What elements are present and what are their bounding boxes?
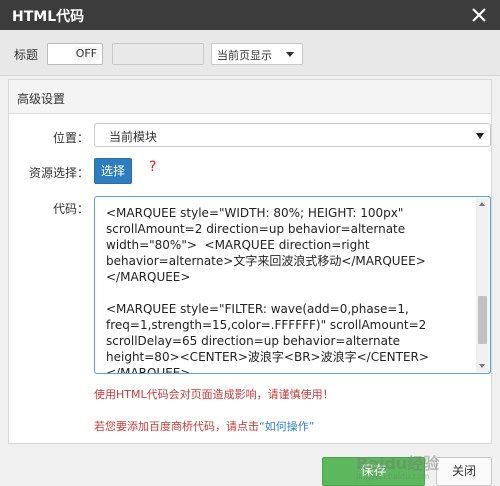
baidu-watermark: Baidu经验 jingyan.baidu.com (356, 450, 439, 481)
title-toggle[interactable]: OFF (47, 43, 103, 65)
tip-prefix: 若您要添加百度商桥代码，请点击 (94, 420, 259, 433)
scroll-down-icon[interactable] (479, 364, 485, 368)
code-textarea[interactable]: <MARQUEE style="WIDTH: 80%; HEIGHT: 100p… (94, 196, 491, 374)
display-select-value: 当前页显示 (217, 49, 272, 62)
position-label: 位置： (52, 131, 89, 145)
resource-label: 资源选择： (28, 166, 89, 180)
code-scrollbar[interactable] (476, 198, 489, 372)
how-to-link[interactable]: “如何操作” (259, 420, 314, 433)
title-label: 标题 (14, 48, 39, 62)
display-select[interactable]: 当前页显示 (211, 43, 303, 65)
advanced-settings-panel: 高级设置 位置： 当前模块 资源选择： 选择 ? 代码： <MARQUEE st… (8, 79, 492, 444)
select-resource-button[interactable]: 选择 (94, 158, 132, 184)
scroll-thumb[interactable] (478, 296, 487, 344)
advanced-settings-title: 高级设置 (17, 92, 66, 106)
window-title: HTML代码 (12, 9, 85, 25)
tip-text: 若您要添加百度商桥代码，请点击“如何操作” (94, 418, 314, 434)
toggle-state: OFF (73, 47, 99, 60)
close-button[interactable]: 关闭 (436, 457, 492, 486)
position-select-value: 当前模块 (109, 130, 158, 144)
chevron-down-icon (476, 133, 484, 139)
code-text: <MARQUEE style="WIDTH: 80%; HEIGHT: 100p… (106, 206, 429, 374)
position-select[interactable]: 当前模块 (94, 123, 491, 147)
watermark-brand: Baidu经验 (356, 454, 440, 473)
advanced-settings-header[interactable]: 高级设置 (9, 80, 491, 114)
code-label: 代码： (52, 202, 89, 216)
help-icon[interactable]: ? (149, 159, 156, 175)
title-settings-row: 标题 OFF 当前页显示 (0, 30, 500, 76)
scroll-up-icon[interactable] (479, 202, 485, 206)
title-input[interactable] (112, 43, 204, 65)
close-icon[interactable] (468, 4, 490, 26)
watermark-url: jingyan.baidu.com (356, 472, 430, 481)
warning-text: 使用HTML代码会对页面造成影响，请谨慎使用！ (94, 388, 334, 401)
chevron-down-icon (286, 52, 294, 57)
window-titlebar: HTML代码 (0, 0, 500, 30)
